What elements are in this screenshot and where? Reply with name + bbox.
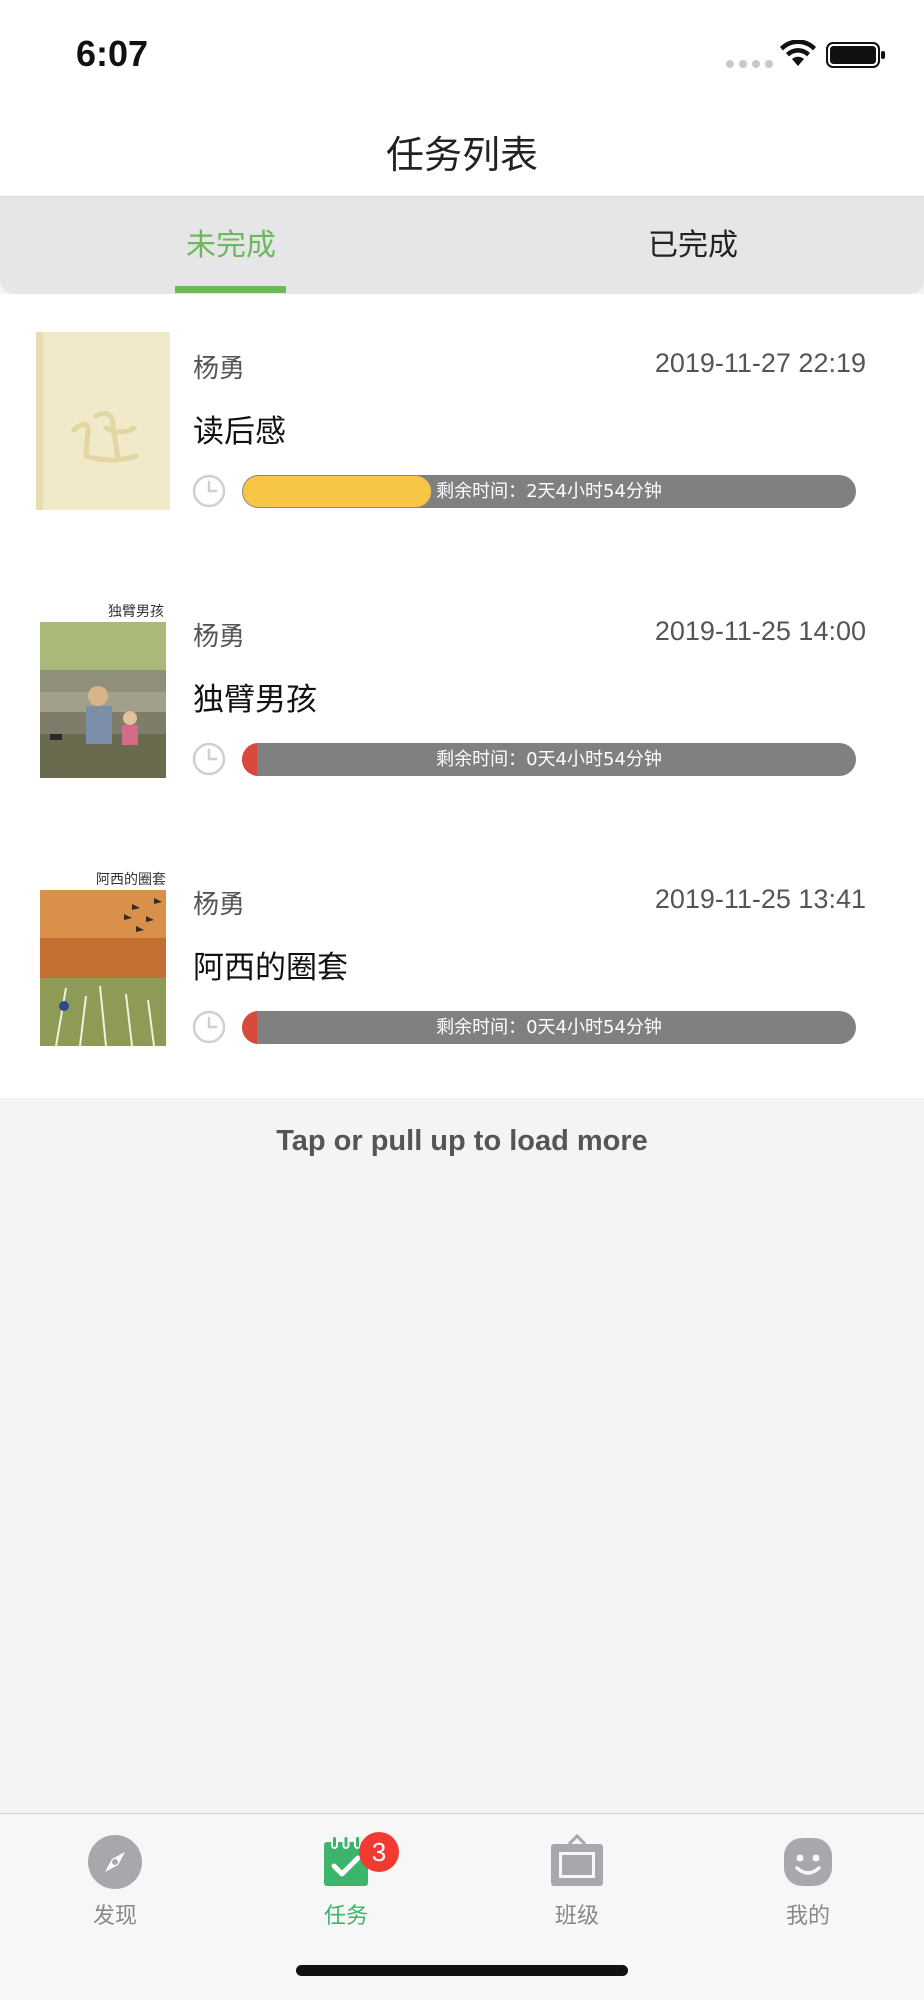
tabbar-item-me[interactable]: 我的 [748, 1834, 868, 1944]
task-status-tabs: 未完成 已完成 [0, 197, 924, 294]
status-bar: 6:07 [0, 0, 924, 110]
task-date: 2019-11-27 22:19 [654, 348, 866, 378]
remaining-time-text: 剩余时间：0天4小时54分钟 [436, 1017, 662, 1038]
tab-completed[interactable]: 已完成 [462, 197, 924, 294]
compass-icon [88, 1835, 142, 1889]
notification-badge: 3 [359, 1832, 399, 1872]
cellular-signal-icon [726, 60, 773, 68]
book-cover-image: 独臂男孩 [36, 600, 170, 778]
book-cover-image [36, 332, 170, 510]
smiley-face-icon [784, 1838, 832, 1886]
tabbar-label: 我的 [785, 1904, 830, 1929]
task-item[interactable]: 独臂男孩 杨勇 2019-11-25 14:00 独臂男孩 剩余时间：0天4小时… [0, 562, 924, 830]
svg-text:阿西的圈套: 阿西的圈套 [96, 872, 166, 888]
tabbar-label: 发现 [92, 1904, 137, 1929]
active-tab-indicator [175, 286, 286, 293]
tabbar-item-tasks[interactable]: 3 任务 [286, 1832, 406, 1944]
clock-icon [192, 1010, 226, 1044]
book-title: 阿西的圈套 [193, 950, 348, 986]
tab-incomplete[interactable]: 未完成 [0, 197, 462, 294]
task-author: 杨勇 [193, 890, 246, 920]
load-more-button[interactable]: Tap or pull up to load more [0, 1125, 924, 1158]
task-date: 2019-11-25 14:00 [654, 616, 866, 646]
home-indicator [296, 1965, 628, 1976]
task-author: 杨勇 [193, 354, 246, 384]
task-author: 杨勇 [193, 622, 246, 652]
remaining-time-bar: 剩余时间：2天4小时54分钟 [242, 475, 856, 508]
remaining-time-text: 剩余时间：0天4小时54分钟 [436, 749, 662, 770]
book-title: 独臂男孩 [193, 682, 317, 718]
clock-icon [192, 474, 226, 508]
navigation-bar: 任务列表 [0, 110, 924, 197]
classroom-board-icon [551, 1834, 603, 1886]
status-time: 6:07 [76, 33, 149, 74]
task-item[interactable]: 阿西的圈套 杨勇 2019-11-25 13:41 阿西的圈套 剩余时间：0天4… [0, 830, 924, 1098]
wifi-icon [780, 40, 816, 66]
tabbar-label: 任务 [323, 1904, 368, 1929]
battery-icon [826, 42, 885, 68]
task-item[interactable]: 杨勇 2019-11-27 22:19 读后感 剩余时间：2天4小时54分钟 [0, 294, 924, 562]
remaining-time-text: 剩余时间：2天4小时54分钟 [436, 481, 662, 502]
book-cover-image: 阿西的圈套 [36, 868, 170, 1046]
task-date: 2019-11-25 13:41 [654, 884, 866, 914]
task-list: 杨勇 2019-11-27 22:19 读后感 剩余时间：2天4小时54分钟 独… [0, 294, 924, 1098]
page-title: 任务列表 [385, 133, 538, 177]
tabbar-item-discover[interactable]: 发现 [55, 1834, 175, 1944]
remaining-time-bar: 剩余时间：0天4小时54分钟 [242, 743, 856, 776]
svg-text:独臂男孩: 独臂男孩 [108, 604, 164, 620]
app-screen: 6:07 任务列表 未完成 已完成 杨勇 2019-11-27 22:19 读后… [0, 0, 924, 2000]
book-title: 读后感 [193, 414, 286, 450]
remaining-time-bar: 剩余时间：0天4小时54分钟 [242, 1011, 856, 1044]
clock-icon [192, 742, 226, 776]
tabbar-label: 班级 [554, 1904, 599, 1929]
tabbar-item-class[interactable]: 班级 [517, 1834, 637, 1944]
